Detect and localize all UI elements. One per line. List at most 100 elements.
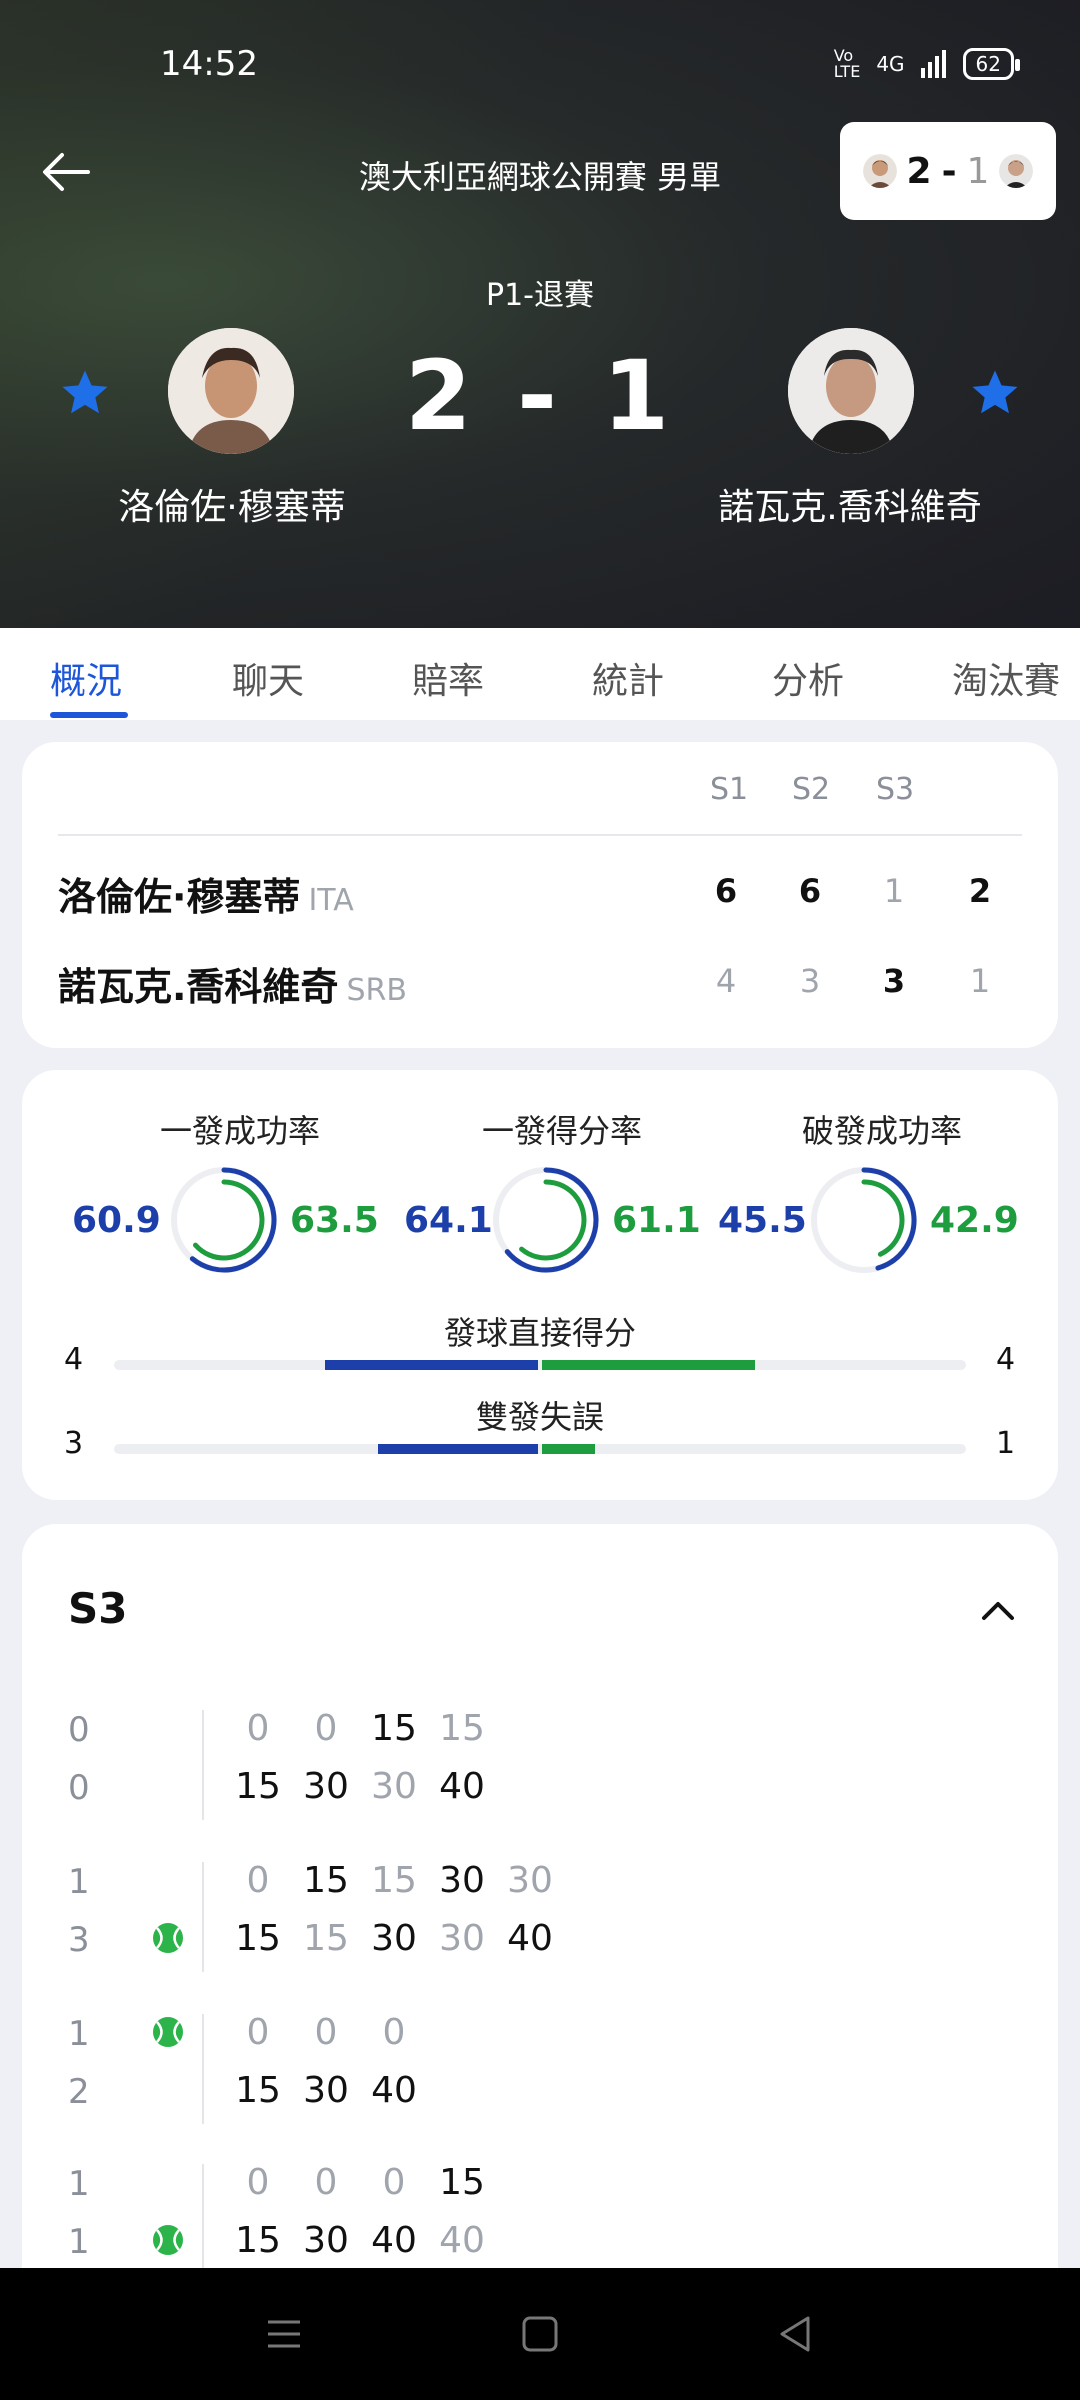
game-divider xyxy=(202,1710,204,1820)
break-points-away: 42.9 xyxy=(930,1200,1019,1241)
status-icons: Vo LTE 4G 62 xyxy=(834,48,1021,80)
home-mini-avatar xyxy=(862,154,897,188)
set-scores-card: S1 S2 S3 洛倫佐·穆塞蒂 ITA 6 6 1 2 諾瓦克.喬科維奇 SRB … xyxy=(22,742,1058,1048)
away-player-row-label: 諾瓦克.喬科維奇 xyxy=(58,965,339,1009)
home-country: ITA xyxy=(308,883,354,918)
match-stats-card: 一發成功率 60.9 63.5 一發得分率 64.1 61.1 破發成功率 45… xyxy=(22,1070,1058,1500)
first-serve-points-away: 61.1 xyxy=(612,1200,701,1241)
signal-icon xyxy=(920,50,946,78)
tennis-ball-icon xyxy=(153,2225,183,2255)
first-serve-label: 一發成功率 xyxy=(159,1112,320,1150)
first-serve-ring xyxy=(171,1167,277,1273)
home-total: 2 xyxy=(968,872,992,910)
away-point: 30 xyxy=(303,1766,349,1807)
away-country: SRB xyxy=(346,973,407,1008)
first-serve-away: 63.5 xyxy=(290,1200,379,1241)
home-point: 0 xyxy=(314,2162,338,2203)
away-total: 1 xyxy=(969,962,991,1000)
mini-score-sep: - xyxy=(941,150,957,192)
game-divider xyxy=(202,2164,204,2274)
big-score: 2 - 1 xyxy=(404,340,676,452)
aces-label: 發球直接得分 xyxy=(443,1314,636,1352)
match-header: 14:52 Vo LTE 4G 62 澳大利亞網球公開賽 男單 2 - 1 P1-… xyxy=(0,0,1080,628)
home-games-count: 1 xyxy=(68,2164,90,2204)
double-faults-home-fill xyxy=(378,1444,538,1454)
tab-overview[interactable]: 概況 xyxy=(50,652,122,704)
tab-bar: 概況 聊天 賠率 統計 分析 淘汰賽 xyxy=(0,628,1080,720)
double-faults-label: 雙發失誤 xyxy=(475,1398,604,1436)
back-icon[interactable] xyxy=(772,2310,820,2358)
home-set-3: 1 xyxy=(883,872,905,910)
status-time: 14:52 xyxy=(160,44,258,84)
first-serve-points-ring xyxy=(493,1167,599,1273)
away-point: 40 xyxy=(439,2220,485,2261)
divider xyxy=(58,834,1022,836)
home-point: 0 xyxy=(314,2012,338,2053)
aces-away-fill xyxy=(542,1360,755,1370)
home-point: 0 xyxy=(246,1708,270,1749)
menu-icon[interactable] xyxy=(260,2310,308,2358)
first-serve-points-home: 64.1 xyxy=(404,1200,493,1241)
competition-title: 澳大利亞網球公開賽 男單 xyxy=(358,158,722,196)
away-point: 15 xyxy=(235,2070,281,2111)
back-arrow-icon[interactable] xyxy=(36,142,96,202)
away-point: 30 xyxy=(303,2070,349,2111)
away-point: 40 xyxy=(371,2070,417,2111)
mini-scoreboard[interactable]: 2 - 1 xyxy=(840,122,1056,220)
ring-away-arc xyxy=(861,1179,905,1257)
home-favorite-star-icon[interactable] xyxy=(58,366,112,420)
away-games-count: 2 xyxy=(68,2072,90,2112)
away-point: 15 xyxy=(235,1766,281,1807)
home-player-avatar[interactable] xyxy=(168,328,294,454)
away-player-row-name: 諾瓦克.喬科維奇 SRB xyxy=(58,956,407,1011)
home-point: 15 xyxy=(439,1708,485,1749)
tab-analysis[interactable]: 分析 xyxy=(772,652,844,704)
away-games-count: 3 xyxy=(68,1920,90,1960)
home-point: 15 xyxy=(303,1860,349,1901)
ring-away-arc xyxy=(519,1179,587,1261)
away-point: 15 xyxy=(235,1918,281,1959)
aces-home: 4 xyxy=(64,1342,84,1377)
game-divider xyxy=(202,2014,204,2124)
home-point: 30 xyxy=(439,1860,485,1901)
chevron-up-icon[interactable] xyxy=(978,1590,1018,1630)
home-games-count: 1 xyxy=(68,2014,90,2054)
double-faults-bar xyxy=(114,1444,966,1454)
home-point: 0 xyxy=(382,2012,406,2053)
double-faults-away: 1 xyxy=(996,1426,1016,1461)
break-points-label: 破發成功率 xyxy=(801,1112,962,1150)
tab-knockout[interactable]: 淘汰賽 xyxy=(952,652,1060,704)
mini-away-score: 1 xyxy=(966,150,990,192)
ring-away-arc xyxy=(192,1179,265,1261)
aces-bar xyxy=(114,1360,966,1370)
game-divider xyxy=(202,1862,204,1972)
away-point: 15 xyxy=(303,1918,349,1959)
mini-home-score: 2 xyxy=(906,150,932,192)
point-by-point-card: S3 0 0 0 15 15 0 15 30 30 40 1 0 15 15 30 30 3 15 15 30 30 40… xyxy=(22,1524,1058,2284)
home-point: 15 xyxy=(371,1708,417,1749)
away-point: 30 xyxy=(371,1918,417,1959)
away-games-count: 1 xyxy=(68,2222,90,2262)
home-point: 15 xyxy=(439,2162,485,2203)
home-player-name: 洛倫佐·穆塞蒂 xyxy=(118,487,346,528)
away-point: 30 xyxy=(371,1766,417,1807)
away-point: 40 xyxy=(507,1918,553,1959)
double-faults-away-fill xyxy=(542,1444,596,1454)
home-point: 0 xyxy=(314,1708,338,1749)
away-point: 30 xyxy=(439,1918,485,1959)
tab-stats[interactable]: 統計 xyxy=(592,652,664,704)
home-point: 0 xyxy=(382,2162,406,2203)
tab-odds[interactable]: 賠率 xyxy=(412,652,484,704)
away-set-1: 4 xyxy=(715,962,737,1000)
away-player-avatar[interactable] xyxy=(788,328,914,454)
tennis-ball-icon xyxy=(153,2017,183,2047)
away-favorite-star-icon[interactable] xyxy=(968,366,1022,420)
first-serve-home: 60.9 xyxy=(72,1200,161,1241)
away-point: 15 xyxy=(235,2220,281,2261)
network-label: 4G xyxy=(876,52,905,76)
home-icon[interactable] xyxy=(516,2310,564,2358)
away-player-name: 諾瓦克.喬科維奇 xyxy=(718,487,982,528)
tab-chat[interactable]: 聊天 xyxy=(232,652,304,704)
set-header-s2: S2 xyxy=(792,772,831,807)
battery-icon: 62 xyxy=(962,48,1021,80)
